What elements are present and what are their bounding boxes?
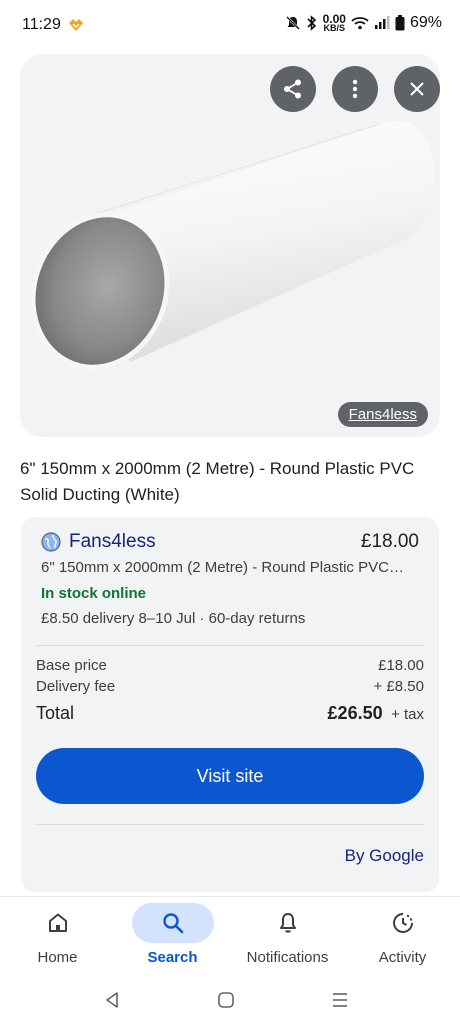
globe-icon — [41, 532, 61, 552]
mute-bell-icon — [285, 15, 301, 31]
search-icon — [162, 913, 183, 934]
speed-unit: KB/S — [323, 22, 346, 33]
delivery-fee-value: + £8.50 — [373, 678, 424, 695]
total-row: Total £26.50 + tax — [36, 703, 424, 724]
share-icon — [284, 79, 301, 99]
offer-card: Fans4less £18.00 6" 150mm x 2000mm (2 Me… — [21, 517, 439, 892]
delivery-info: £8.50 delivery 8–10 Jul · 60-day returns — [41, 610, 306, 627]
nav-search[interactable]: Search — [115, 897, 230, 977]
recents-lines-icon — [333, 993, 347, 1007]
nav-icon-container — [131, 903, 214, 943]
notification-app-icon — [68, 18, 84, 37]
signal-icon — [374, 16, 390, 30]
product-image-card[interactable]: Fans4less — [20, 54, 440, 437]
nav-icon-container — [362, 903, 444, 943]
status-time: 11:29 — [22, 16, 61, 33]
nav-activity[interactable]: Activity — [345, 897, 460, 977]
base-price-value: £18.00 — [378, 657, 424, 674]
delivery-fee-label: Delivery fee — [36, 678, 116, 695]
wifi-icon — [351, 16, 369, 30]
delivery-fee-row: Delivery fee + £8.50 — [36, 678, 424, 695]
total-amount: £26.50 — [327, 703, 383, 723]
status-icons: 0.00 KB/S 69% — [285, 13, 442, 33]
seller-row[interactable]: Fans4less £18.00 — [41, 529, 419, 555]
close-icon — [410, 82, 424, 96]
nav-activity-label: Activity — [378, 949, 427, 966]
status-bar: 11:29 0.00 KB/S 69% — [0, 0, 460, 52]
activity-icon — [392, 913, 413, 933]
more-vert-icon — [352, 79, 358, 99]
by-google-link[interactable]: By Google — [345, 846, 424, 866]
back-button[interactable] — [98, 986, 126, 1014]
battery-percent: 69% — [409, 14, 442, 31]
share-button[interactable] — [270, 66, 316, 112]
offer-description: 6" 150mm x 2000mm (2 Metre) - Round Plas… — [41, 559, 404, 576]
nav-notifications-label: Notifications — [246, 949, 329, 966]
total-label: Total — [36, 703, 75, 723]
base-price-row: Base price £18.00 — [36, 657, 424, 674]
close-button[interactable] — [394, 66, 440, 112]
back-triangle-icon — [106, 992, 118, 1008]
base-price-label: Base price — [36, 657, 107, 674]
bottom-navigation: Home Search Notifications Activity — [0, 896, 460, 976]
image-source-link[interactable]: Fans4less — [337, 402, 428, 427]
product-title: 6" 150mm x 2000mm (2 Metre) - Round Plas… — [20, 459, 415, 504]
seller-price: £18.00 — [360, 531, 419, 552]
tax-label: + tax — [391, 706, 424, 723]
more-options-button[interactable] — [332, 66, 378, 112]
system-navigation — [0, 976, 460, 1024]
bell-icon — [279, 913, 296, 933]
nav-search-label: Search — [147, 949, 198, 966]
seller-name[interactable]: Fans4less — [69, 531, 156, 553]
nav-home-label: Home — [37, 949, 78, 966]
bluetooth-icon — [306, 15, 318, 31]
home-icon — [48, 913, 67, 932]
home-system-button[interactable] — [212, 986, 240, 1014]
nav-icon-container — [17, 903, 99, 943]
recents-button[interactable] — [326, 986, 354, 1014]
battery-icon — [395, 15, 405, 31]
divider — [36, 645, 424, 646]
nav-home[interactable]: Home — [0, 897, 115, 977]
nav-icon-container — [247, 903, 329, 943]
visit-site-button[interactable]: Visit site — [36, 748, 424, 804]
home-square-icon — [218, 992, 234, 1008]
product-image — [30, 120, 435, 370]
stock-status: In stock online — [41, 585, 147, 602]
divider — [36, 824, 424, 825]
network-speed: 0.00 KB/S — [323, 13, 346, 33]
nav-notifications[interactable]: Notifications — [230, 897, 345, 977]
